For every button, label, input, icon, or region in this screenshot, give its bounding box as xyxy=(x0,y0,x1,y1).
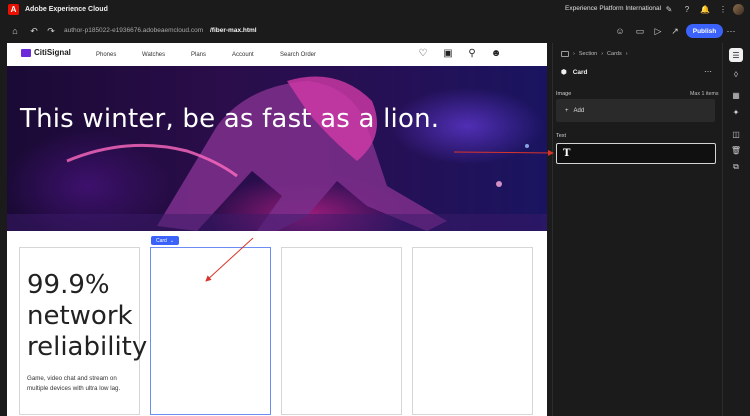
magic-icon[interactable]: ✦ xyxy=(729,105,743,119)
cart-icon[interactable]: ▣ xyxy=(442,47,454,59)
layers-icon[interactable]: ◊ xyxy=(729,67,743,81)
card-selection-text: Card xyxy=(156,237,167,244)
undo-icon[interactable]: ↶ xyxy=(28,25,40,37)
open-in-new-icon[interactable]: ↗ xyxy=(669,25,681,37)
heart-icon[interactable]: ♡ xyxy=(417,47,429,59)
delete-icon[interactable]: 🗑 xyxy=(729,143,743,157)
properties-panel: › Section › Cards › ⬢ Card ⋯ Image Max 1… xyxy=(552,43,722,416)
nav-plans[interactable]: Plans xyxy=(191,52,206,58)
panel-title-text: Card xyxy=(572,68,588,76)
more-options-icon[interactable]: ⋯ xyxy=(704,67,712,76)
components-icon[interactable]: ▦ xyxy=(729,88,743,102)
site-header: CitiSignal Phones Watches Plans Account … xyxy=(7,43,547,66)
max-items-hint: Max 1 items xyxy=(690,91,719,97)
card-selection-label[interactable]: Card ⌄ xyxy=(151,236,180,245)
redo-icon[interactable]: ↷ xyxy=(45,25,57,37)
nav-watches[interactable]: Watches xyxy=(142,52,165,58)
brand-name: CitiSignal xyxy=(34,48,71,57)
text-type-icon: T xyxy=(563,148,571,159)
chevron-right-icon: › xyxy=(573,51,575,57)
page-url: author-p185022-e1936676.adobeaemcloud.co… xyxy=(64,27,204,34)
card-1[interactable]: 99.9% network reliability Game, video ch… xyxy=(19,247,147,415)
text-field[interactable]: T xyxy=(556,143,716,164)
content-tree-icon[interactable]: ◫ xyxy=(729,127,743,141)
desktop-preview-icon[interactable]: ▭ xyxy=(634,25,646,37)
page-canvas: CitiSignal Phones Watches Plans Account … xyxy=(7,43,547,416)
plus-icon: + xyxy=(565,107,569,114)
hero-title[interactable]: This winter, be as fast as a lion. xyxy=(20,104,439,134)
user-icon[interactable]: ☻ xyxy=(490,47,502,59)
card-2-selected[interactable] xyxy=(150,247,271,415)
apps-grid-icon[interactable]: ⋮ xyxy=(717,3,729,15)
user-settings-icon[interactable]: ☺ xyxy=(614,25,626,37)
nav-account[interactable]: Account xyxy=(232,52,254,58)
home-icon[interactable]: ⌂ xyxy=(9,25,21,37)
image-label: Image xyxy=(556,91,572,97)
breadcrumb-section[interactable]: Section xyxy=(579,51,597,57)
org-switcher[interactable]: Experience Platform International xyxy=(565,5,661,12)
chevron-right-icon: › xyxy=(625,51,628,57)
breadcrumb-cards[interactable]: Cards xyxy=(607,51,622,57)
avatar[interactable] xyxy=(733,4,744,15)
lion-image xyxy=(7,76,547,231)
preview-play-icon[interactable]: ▷ xyxy=(652,25,664,37)
page-icon xyxy=(561,51,569,57)
app-window: A Adobe Experience Cloud Experience Plat… xyxy=(0,0,750,416)
publish-button[interactable]: Publish xyxy=(686,24,723,38)
brand-logo[interactable]: CitiSignal xyxy=(21,48,71,57)
card-description[interactable]: Game, video chat and stream on multiple … xyxy=(27,374,137,393)
search-icon[interactable]: ⚲ xyxy=(466,47,478,59)
nav-search-order[interactable]: Search Order xyxy=(280,52,316,58)
chevron-right-icon: › xyxy=(601,51,604,57)
editor-toolbar: ⌂ ↶ ↷ author-p185022-e1936676.adobeaemcl… xyxy=(0,20,750,42)
help-icon[interactable]: ? xyxy=(681,3,693,15)
top-bar: A Adobe Experience Cloud Experience Plat… xyxy=(0,0,750,19)
add-image-button[interactable]: + Add xyxy=(556,99,715,122)
card-3[interactable] xyxy=(281,247,402,415)
cube-icon: ⬢ xyxy=(561,69,567,76)
hero-banner[interactable]: This winter, be as fast as a lion. xyxy=(7,66,547,231)
duplicate-icon[interactable]: ⧉ xyxy=(729,160,743,174)
right-rail: ☰ ◊ ▦ ✦ ◫ 🗑 ⧉ xyxy=(722,43,750,416)
app-title: Adobe Experience Cloud xyxy=(25,6,108,13)
brand-mark-icon xyxy=(21,48,31,57)
nav-phones[interactable]: Phones xyxy=(96,52,116,58)
page-file: /fiber-max.html xyxy=(210,27,257,34)
top-icons: ✎ ? 🔔 ⋮ xyxy=(663,3,729,15)
notifications-icon[interactable]: 🔔 xyxy=(699,3,711,15)
panel-title: ⬢ Card xyxy=(561,68,588,77)
card-headline[interactable]: 99.9% network reliability xyxy=(27,270,147,363)
feedback-icon[interactable]: ✎ xyxy=(663,3,675,15)
chevron-down-icon: ⌄ xyxy=(169,237,175,244)
add-label: Add xyxy=(573,107,585,114)
more-options-icon[interactable]: ⋯ xyxy=(725,25,737,37)
properties-icon[interactable]: ☰ xyxy=(729,48,743,62)
adobe-logo-icon[interactable]: A xyxy=(8,4,19,15)
breadcrumb: › Section › Cards › xyxy=(561,51,628,57)
text-label: Text xyxy=(556,133,567,139)
card-4[interactable] xyxy=(412,247,533,415)
